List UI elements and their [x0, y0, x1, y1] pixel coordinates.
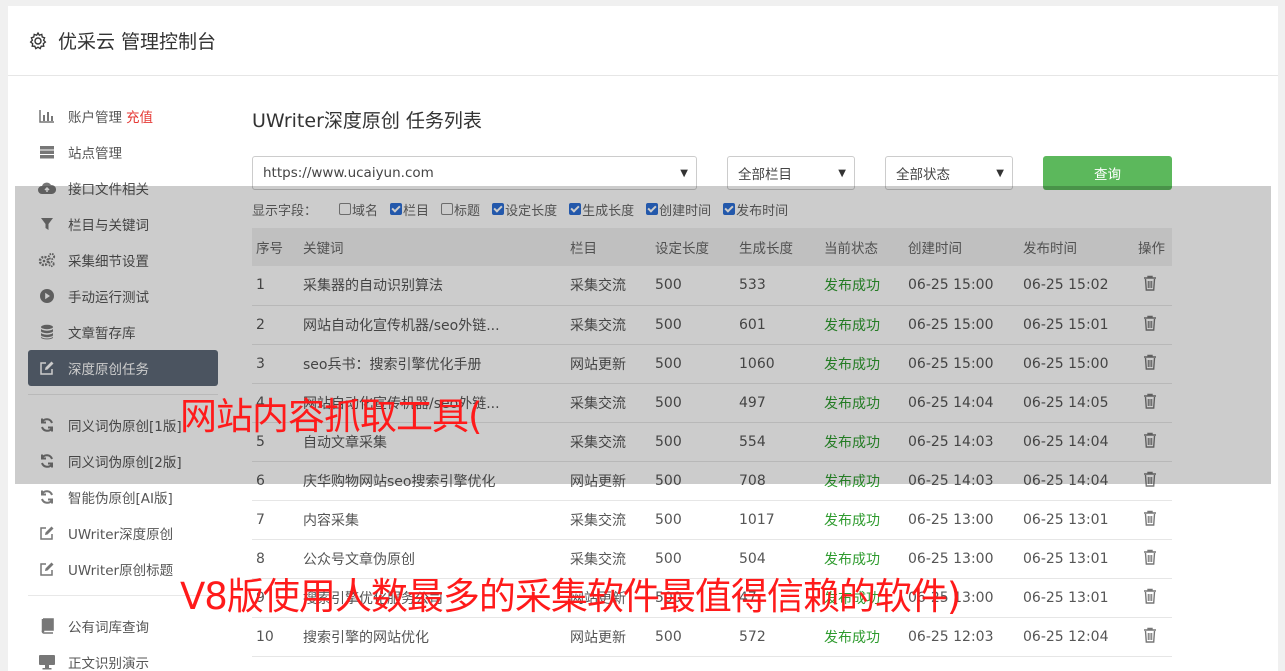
- app-title: 优采云 管理控制台: [58, 31, 217, 53]
- sidebar-item-label: 账户管理: [68, 110, 122, 126]
- chevron-down-icon: ▼: [996, 167, 1004, 179]
- cell-created: 06-25 12:03: [908, 628, 994, 645]
- trash-icon[interactable]: [1143, 549, 1157, 565]
- chevron-down-icon: ▼: [838, 167, 846, 179]
- cell-gen-length: 572: [739, 628, 766, 645]
- cell-index: 10: [256, 628, 274, 645]
- table-row: 7 内容采集 采集交流 500 1017 发布成功 06-25 13:00 06-25 13:…: [252, 500, 1172, 539]
- bar-chart-icon: [38, 108, 56, 124]
- cell-gen-length: 1017: [739, 511, 775, 528]
- site-select[interactable]: https://www.ucaiyun.com ▼: [252, 156, 697, 190]
- filter-bar: https://www.ucaiyun.com ▼ 全部栏目 ▼ 全部状态 ▼ …: [252, 156, 1172, 190]
- site-select-value: https://www.ucaiyun.com: [263, 165, 434, 181]
- status-select[interactable]: 全部状态 ▼: [885, 156, 1013, 190]
- sidebar-item-label: 正文识别演示: [68, 656, 149, 671]
- page-title: UWriter深度原创 任务列表: [252, 110, 482, 132]
- watermark-text: V8版使用人数最多的采集软件最值得信赖的软件): [180, 575, 961, 618]
- sidebar-item-sites[interactable]: 站点管理: [28, 134, 218, 170]
- cell-index: 7: [256, 511, 265, 528]
- sidebar-item-text-recognition[interactable]: 正文识别演示: [28, 644, 218, 671]
- cell-published: 06-25 13:01: [1023, 511, 1109, 528]
- trash-icon[interactable]: [1143, 510, 1157, 526]
- edit-icon: [38, 561, 56, 577]
- cell-status: 发布成功: [824, 512, 880, 529]
- cell-created: 06-25 13:00: [908, 511, 994, 528]
- cell-published: 06-25 12:04: [1023, 628, 1109, 645]
- cell-keyword: 搜索引擎的网站优化: [303, 629, 429, 646]
- query-button[interactable]: 查询: [1043, 156, 1172, 190]
- cell-published: 06-25 13:01: [1023, 589, 1109, 606]
- trash-icon[interactable]: [1143, 588, 1157, 604]
- cell-column: 采集交流: [570, 512, 626, 529]
- cell-set-length: 500: [655, 511, 682, 528]
- sidebar-item-label: 智能伪原创[AI版]: [68, 491, 173, 507]
- cell-actions: [1134, 617, 1172, 656]
- cell-set-length: 500: [655, 628, 682, 645]
- refresh-icon: [38, 489, 56, 505]
- watermark-text: 网站内容抓取工具(: [180, 395, 482, 438]
- sidebar-item-label: 站点管理: [68, 146, 122, 162]
- gear-icon: [28, 31, 48, 51]
- sidebar-item-uwriter-deep[interactable]: UWriter深度原创: [28, 515, 218, 551]
- status-select-value: 全部状态: [896, 167, 950, 183]
- top-header: 优采云 管理控制台: [8, 6, 1278, 76]
- desktop-icon: [38, 654, 56, 670]
- column-select[interactable]: 全部栏目 ▼: [727, 156, 855, 190]
- sidebar-item-account[interactable]: 账户管理 充值: [28, 98, 218, 134]
- trash-icon[interactable]: [1143, 627, 1157, 643]
- edit-icon: [38, 525, 56, 541]
- sidebar-item-label: 公有词库查询: [68, 620, 149, 636]
- cell-status: 发布成功: [824, 629, 880, 646]
- recharge-link[interactable]: 充值: [126, 106, 153, 126]
- cell-column: 网站更新: [570, 629, 626, 646]
- cell-actions: [1134, 578, 1172, 617]
- cell-actions: [1134, 539, 1172, 578]
- sidebar-item-label: UWriter深度原创: [68, 527, 174, 543]
- book-icon: [38, 618, 56, 634]
- chevron-down-icon: ▼: [680, 167, 688, 179]
- cell-keyword: 内容采集: [303, 512, 359, 529]
- cell-published: 06-25 13:01: [1023, 550, 1109, 567]
- cell-actions: [1134, 500, 1172, 539]
- server-icon: [38, 144, 56, 160]
- sidebar-item-label: UWriter原创标题: [68, 563, 174, 579]
- table-row: 10 搜索引擎的网站优化 网站更新 500 572 发布成功 06-25 12:03 06-2…: [252, 617, 1172, 656]
- sidebar-item-ai-rewrite[interactable]: 智能伪原创[AI版]: [28, 479, 218, 515]
- column-select-value: 全部栏目: [738, 167, 792, 183]
